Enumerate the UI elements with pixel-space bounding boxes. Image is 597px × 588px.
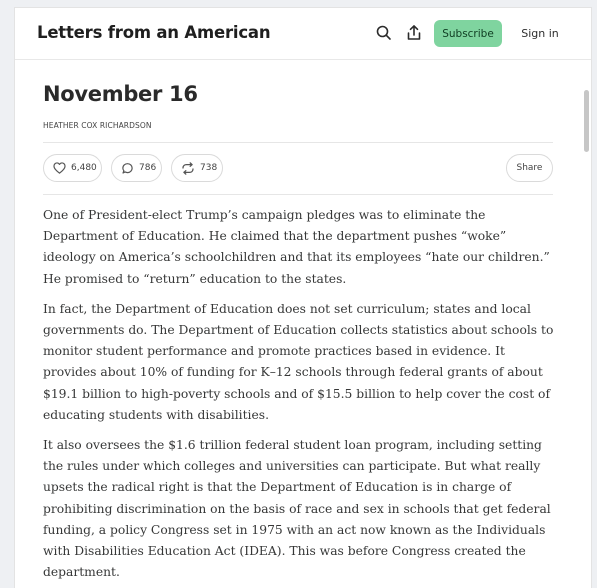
author-name[interactable]: HEATHER COX RICHARDSON xyxy=(43,121,152,130)
paragraph: One of President-elect Trump’s campaign … xyxy=(43,208,550,286)
comment-icon xyxy=(121,162,134,175)
share-icon[interactable] xyxy=(404,23,424,43)
paragraph: It also oversees the $1.6 trillion feder… xyxy=(43,438,551,580)
divider xyxy=(43,194,553,195)
post-body: One of President-elect Trump’s campaign … xyxy=(43,205,555,588)
browser-page: Letters from an American Subscribe Sign … xyxy=(14,7,592,588)
share-button[interactable]: Share xyxy=(506,154,553,182)
post-title: November 16 xyxy=(43,82,198,106)
restack-button[interactable]: 738 xyxy=(171,154,223,182)
restack-icon xyxy=(181,161,195,175)
publication-title[interactable]: Letters from an American xyxy=(37,23,271,42)
restack-count: 738 xyxy=(200,163,218,173)
divider xyxy=(43,142,553,143)
share-label: Share xyxy=(516,163,543,173)
like-button[interactable]: 6,480 xyxy=(43,154,102,182)
paragraph: In fact, the Department of Education doe… xyxy=(43,301,554,422)
sign-in-link[interactable]: Sign in xyxy=(517,20,563,47)
subscribe-button[interactable]: Subscribe xyxy=(434,20,502,47)
site-header: Letters from an American Subscribe Sign … xyxy=(15,8,591,60)
comment-count: 786 xyxy=(139,163,157,173)
heart-icon xyxy=(53,162,66,174)
comment-button[interactable]: 786 xyxy=(111,154,162,182)
search-icon[interactable] xyxy=(374,23,394,43)
like-count: 6,480 xyxy=(71,163,97,173)
scrollbar-thumb[interactable] xyxy=(584,90,589,152)
